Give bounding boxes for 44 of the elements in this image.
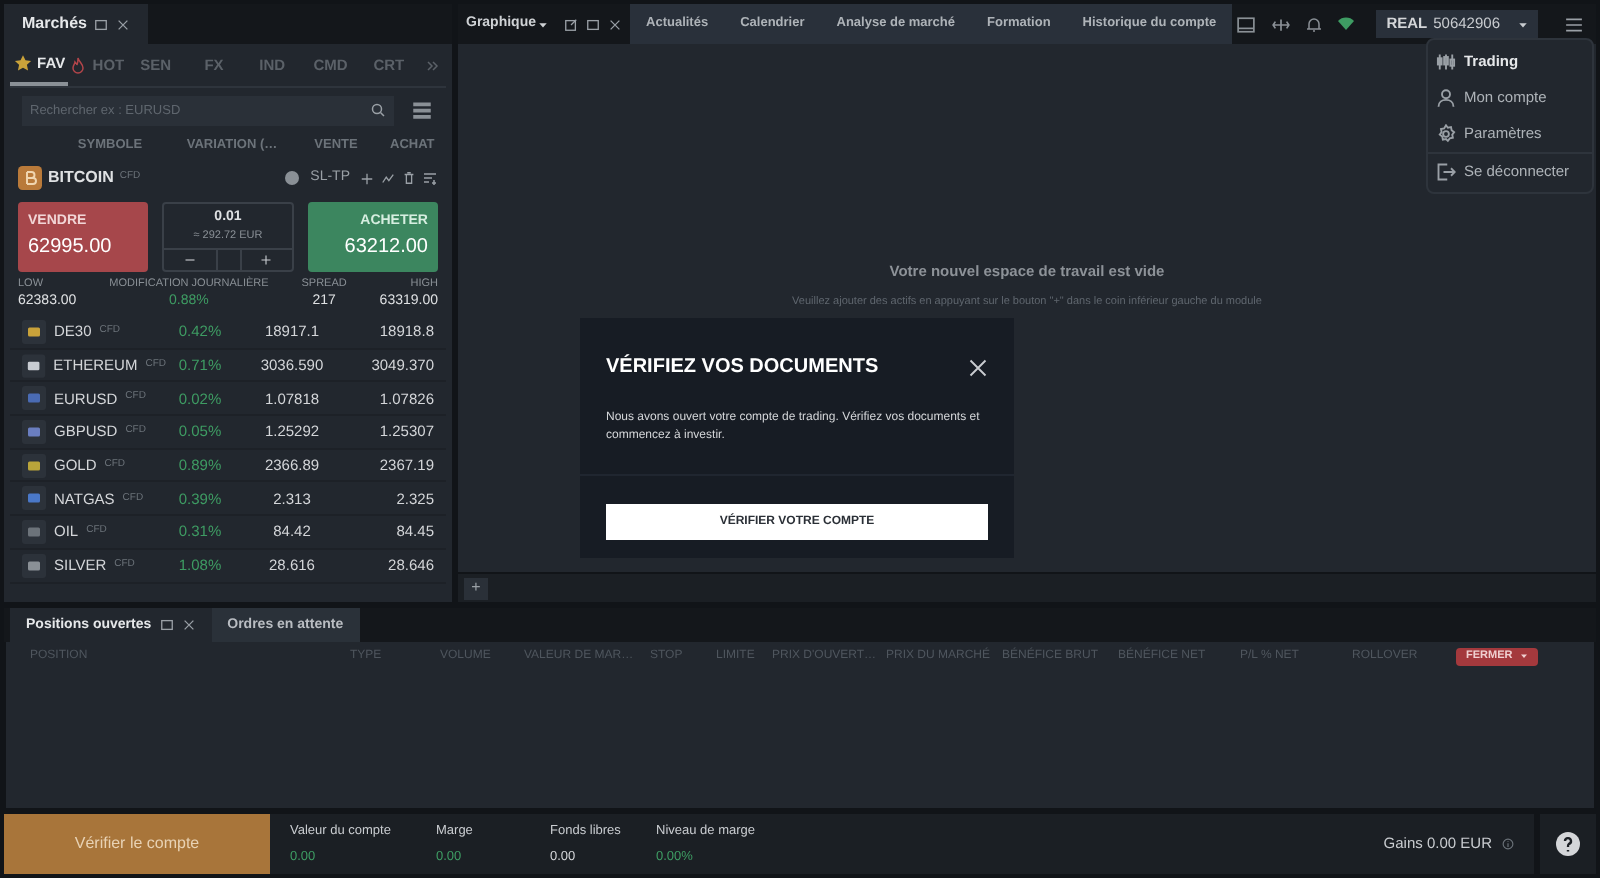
asset-icon [22,553,46,578]
asset-icon [22,353,46,378]
add-button[interactable]: + [464,577,488,600]
asset-icon [22,386,46,411]
settings-icon [1436,124,1456,144]
maximize-icon[interactable] [94,17,109,31]
close-icon[interactable] [608,17,623,31]
user-icon [1436,88,1456,108]
candles-icon [1436,52,1456,72]
signal-icon[interactable] [380,171,396,185]
filter-icon[interactable] [422,170,438,186]
help-icon[interactable] [1556,832,1580,857]
minus-icon[interactable] [183,254,196,266]
close-icon[interactable] [116,17,131,31]
close-icon[interactable] [968,357,988,377]
search-icon[interactable] [370,102,386,118]
flame-icon [70,56,87,74]
plus-icon[interactable] [260,254,273,266]
coin-icon [18,166,42,190]
menu-icon[interactable] [1564,15,1584,33]
asset-icon [22,419,46,444]
asset-symbol: BITCOIN [48,166,114,190]
trash-icon[interactable] [402,170,416,186]
caret-icon [1518,19,1528,29]
logout-icon [1436,161,1456,181]
star-icon [13,54,32,72]
popout-icon[interactable] [564,17,579,31]
asset-icon [22,453,46,478]
caret-icon [538,19,549,29]
maximize-icon[interactable] [159,618,174,633]
layout-icon[interactable] [1236,15,1257,33]
bell-icon[interactable] [1306,15,1323,33]
close-icon[interactable] [181,618,196,633]
caret-icon [1520,652,1529,661]
transfer-icon[interactable] [1270,15,1293,33]
more-icon[interactable] [423,57,440,73]
asset-icon [22,319,46,344]
dialog-title: VÉRIFIEZ VOS DOCUMENTS [606,352,879,382]
wifi-icon [1336,16,1357,32]
grid-view-icon[interactable] [410,100,434,120]
asset-icon [22,519,46,544]
maximize-icon[interactable] [586,17,601,31]
plus-icon[interactable] [360,171,374,185]
asset-icon [22,486,46,511]
